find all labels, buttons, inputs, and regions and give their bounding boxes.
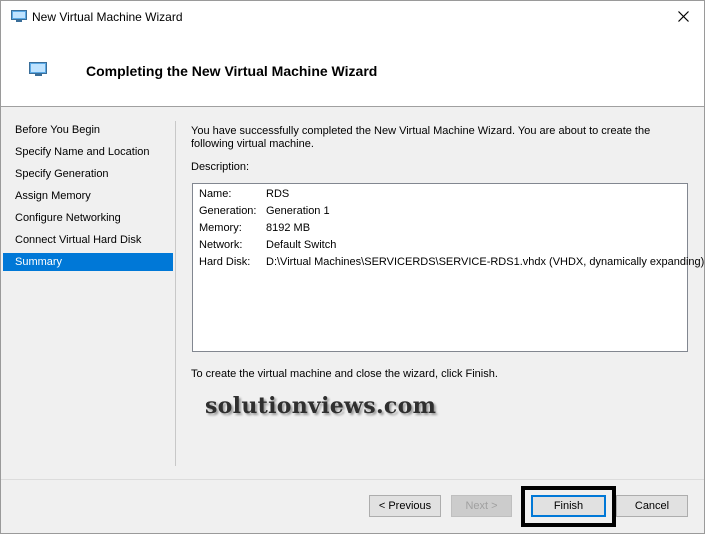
description-key: Memory: bbox=[199, 222, 242, 234]
previous-button[interactable]: < Previous bbox=[369, 495, 441, 517]
nav-step-before-you-begin[interactable]: Before You Begin bbox=[3, 121, 173, 139]
description-box[interactable]: Name: RDS Generation: Generation 1 Memor… bbox=[192, 183, 704, 352]
nav-step-hard-disk[interactable]: Connect Virtual Hard Disk bbox=[3, 231, 173, 249]
nav-step-networking[interactable]: Configure Networking bbox=[3, 209, 173, 227]
close-icon bbox=[678, 11, 689, 22]
nav-step-generation[interactable]: Specify Generation bbox=[3, 165, 173, 183]
finish-instructions: To create the virtual machine and close … bbox=[191, 368, 498, 380]
intro-text: You have successfully completed the New … bbox=[191, 125, 651, 150]
window-title: New Virtual Machine Wizard bbox=[32, 10, 183, 24]
next-button[interactable]: Next > bbox=[451, 495, 512, 517]
description-key: Name: bbox=[199, 188, 232, 200]
watermark: solutionviews.com bbox=[205, 393, 437, 419]
footer-divider bbox=[1, 479, 704, 480]
nav-step-name-location[interactable]: Specify Name and Location bbox=[3, 143, 173, 161]
wizard-steps-nav: Before You Begin Specify Name and Locati… bbox=[1, 107, 175, 467]
virtual-machine-icon bbox=[29, 62, 49, 77]
title-bar: New Virtual Machine Wizard bbox=[1, 1, 704, 32]
wizard-header: Completing the New Virtual Machine Wizar… bbox=[1, 32, 704, 107]
description-label: Description: bbox=[191, 161, 250, 173]
virtual-machine-icon bbox=[11, 10, 27, 22]
page-title: Completing the New Virtual Machine Wizar… bbox=[86, 63, 378, 79]
description-value: RDS bbox=[266, 188, 290, 200]
nav-step-memory[interactable]: Assign Memory bbox=[3, 187, 173, 205]
description-value: 8192 MB bbox=[266, 222, 311, 234]
description-value: D:\Virtual Machines\SERVICERDS\SERVICE-R… bbox=[266, 256, 705, 268]
close-button[interactable] bbox=[664, 1, 704, 32]
divider bbox=[175, 121, 176, 466]
description-key: Generation: bbox=[199, 205, 257, 217]
finish-button[interactable]: Finish bbox=[531, 495, 606, 517]
description-key: Network: bbox=[199, 239, 243, 251]
description-value: Default Switch bbox=[266, 239, 337, 251]
wizard-window: New Virtual Machine Wizard Completing th… bbox=[0, 0, 705, 534]
description-value: Generation 1 bbox=[266, 205, 330, 217]
description-key: Hard Disk: bbox=[199, 256, 251, 268]
nav-step-summary[interactable]: Summary bbox=[3, 253, 173, 271]
cancel-button[interactable]: Cancel bbox=[616, 495, 688, 517]
